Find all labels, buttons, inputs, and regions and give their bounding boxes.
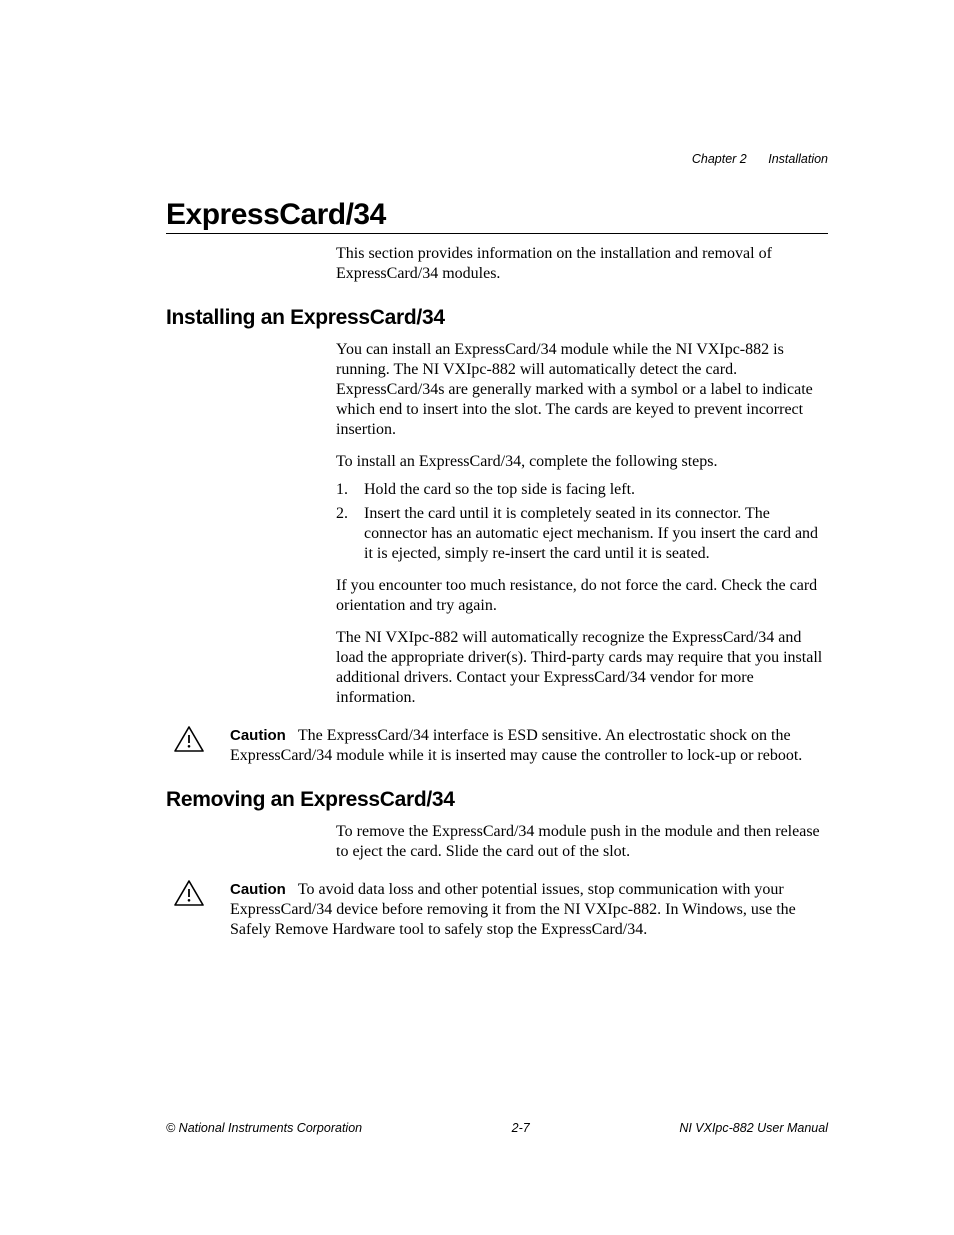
body-paragraph: The NI VXIpc-882 will automatically reco… <box>336 628 828 708</box>
footer-manual-title: NI VXIpc-882 User Manual <box>679 1121 828 1135</box>
body-paragraph: You can install an ExpressCard/34 module… <box>336 340 828 440</box>
chapter-label: Chapter 2 <box>692 152 747 166</box>
page-footer: © National Instruments Corporation 2-7 N… <box>166 1121 828 1135</box>
chapter-title: Installation <box>768 152 828 166</box>
caution-body: The ExpressCard/34 interface is ESD sens… <box>230 727 802 764</box>
list-item: 2. Insert the card until it is completel… <box>336 504 828 564</box>
footer-page-number: 2-7 <box>512 1121 530 1135</box>
caution-text: Caution To avoid data loss and other pot… <box>230 880 828 940</box>
body-paragraph: To install an ExpressCard/34, complete t… <box>336 452 828 472</box>
page-title: ExpressCard/34 <box>166 198 828 234</box>
caution-block: Caution To avoid data loss and other pot… <box>174 880 828 940</box>
section-heading-installing: Installing an ExpressCard/34 <box>166 306 828 330</box>
body-paragraph: If you encounter too much resistance, do… <box>336 576 828 616</box>
list-item: 1. Hold the card so the top side is faci… <box>336 480 828 500</box>
caution-icon <box>174 880 230 940</box>
install-steps-list: 1. Hold the card so the top side is faci… <box>336 480 828 564</box>
step-number: 1. <box>336 480 364 500</box>
footer-copyright: © National Instruments Corporation <box>166 1121 362 1135</box>
running-header: Chapter 2 Installation <box>692 152 828 166</box>
intro-paragraph: This section provides information on the… <box>336 244 828 284</box>
step-text: Hold the card so the top side is facing … <box>364 480 828 500</box>
step-text: Insert the card until it is completely s… <box>364 504 828 564</box>
caution-block: Caution The ExpressCard/34 interface is … <box>174 726 828 766</box>
caution-label: Caution <box>230 727 286 744</box>
caution-body: To avoid data loss and other potential i… <box>230 881 796 938</box>
caution-text: Caution The ExpressCard/34 interface is … <box>230 726 828 766</box>
section-heading-removing: Removing an ExpressCard/34 <box>166 788 828 812</box>
caution-label: Caution <box>230 881 286 898</box>
step-number: 2. <box>336 504 364 564</box>
body-paragraph: To remove the ExpressCard/34 module push… <box>336 822 828 862</box>
caution-icon <box>174 726 230 766</box>
